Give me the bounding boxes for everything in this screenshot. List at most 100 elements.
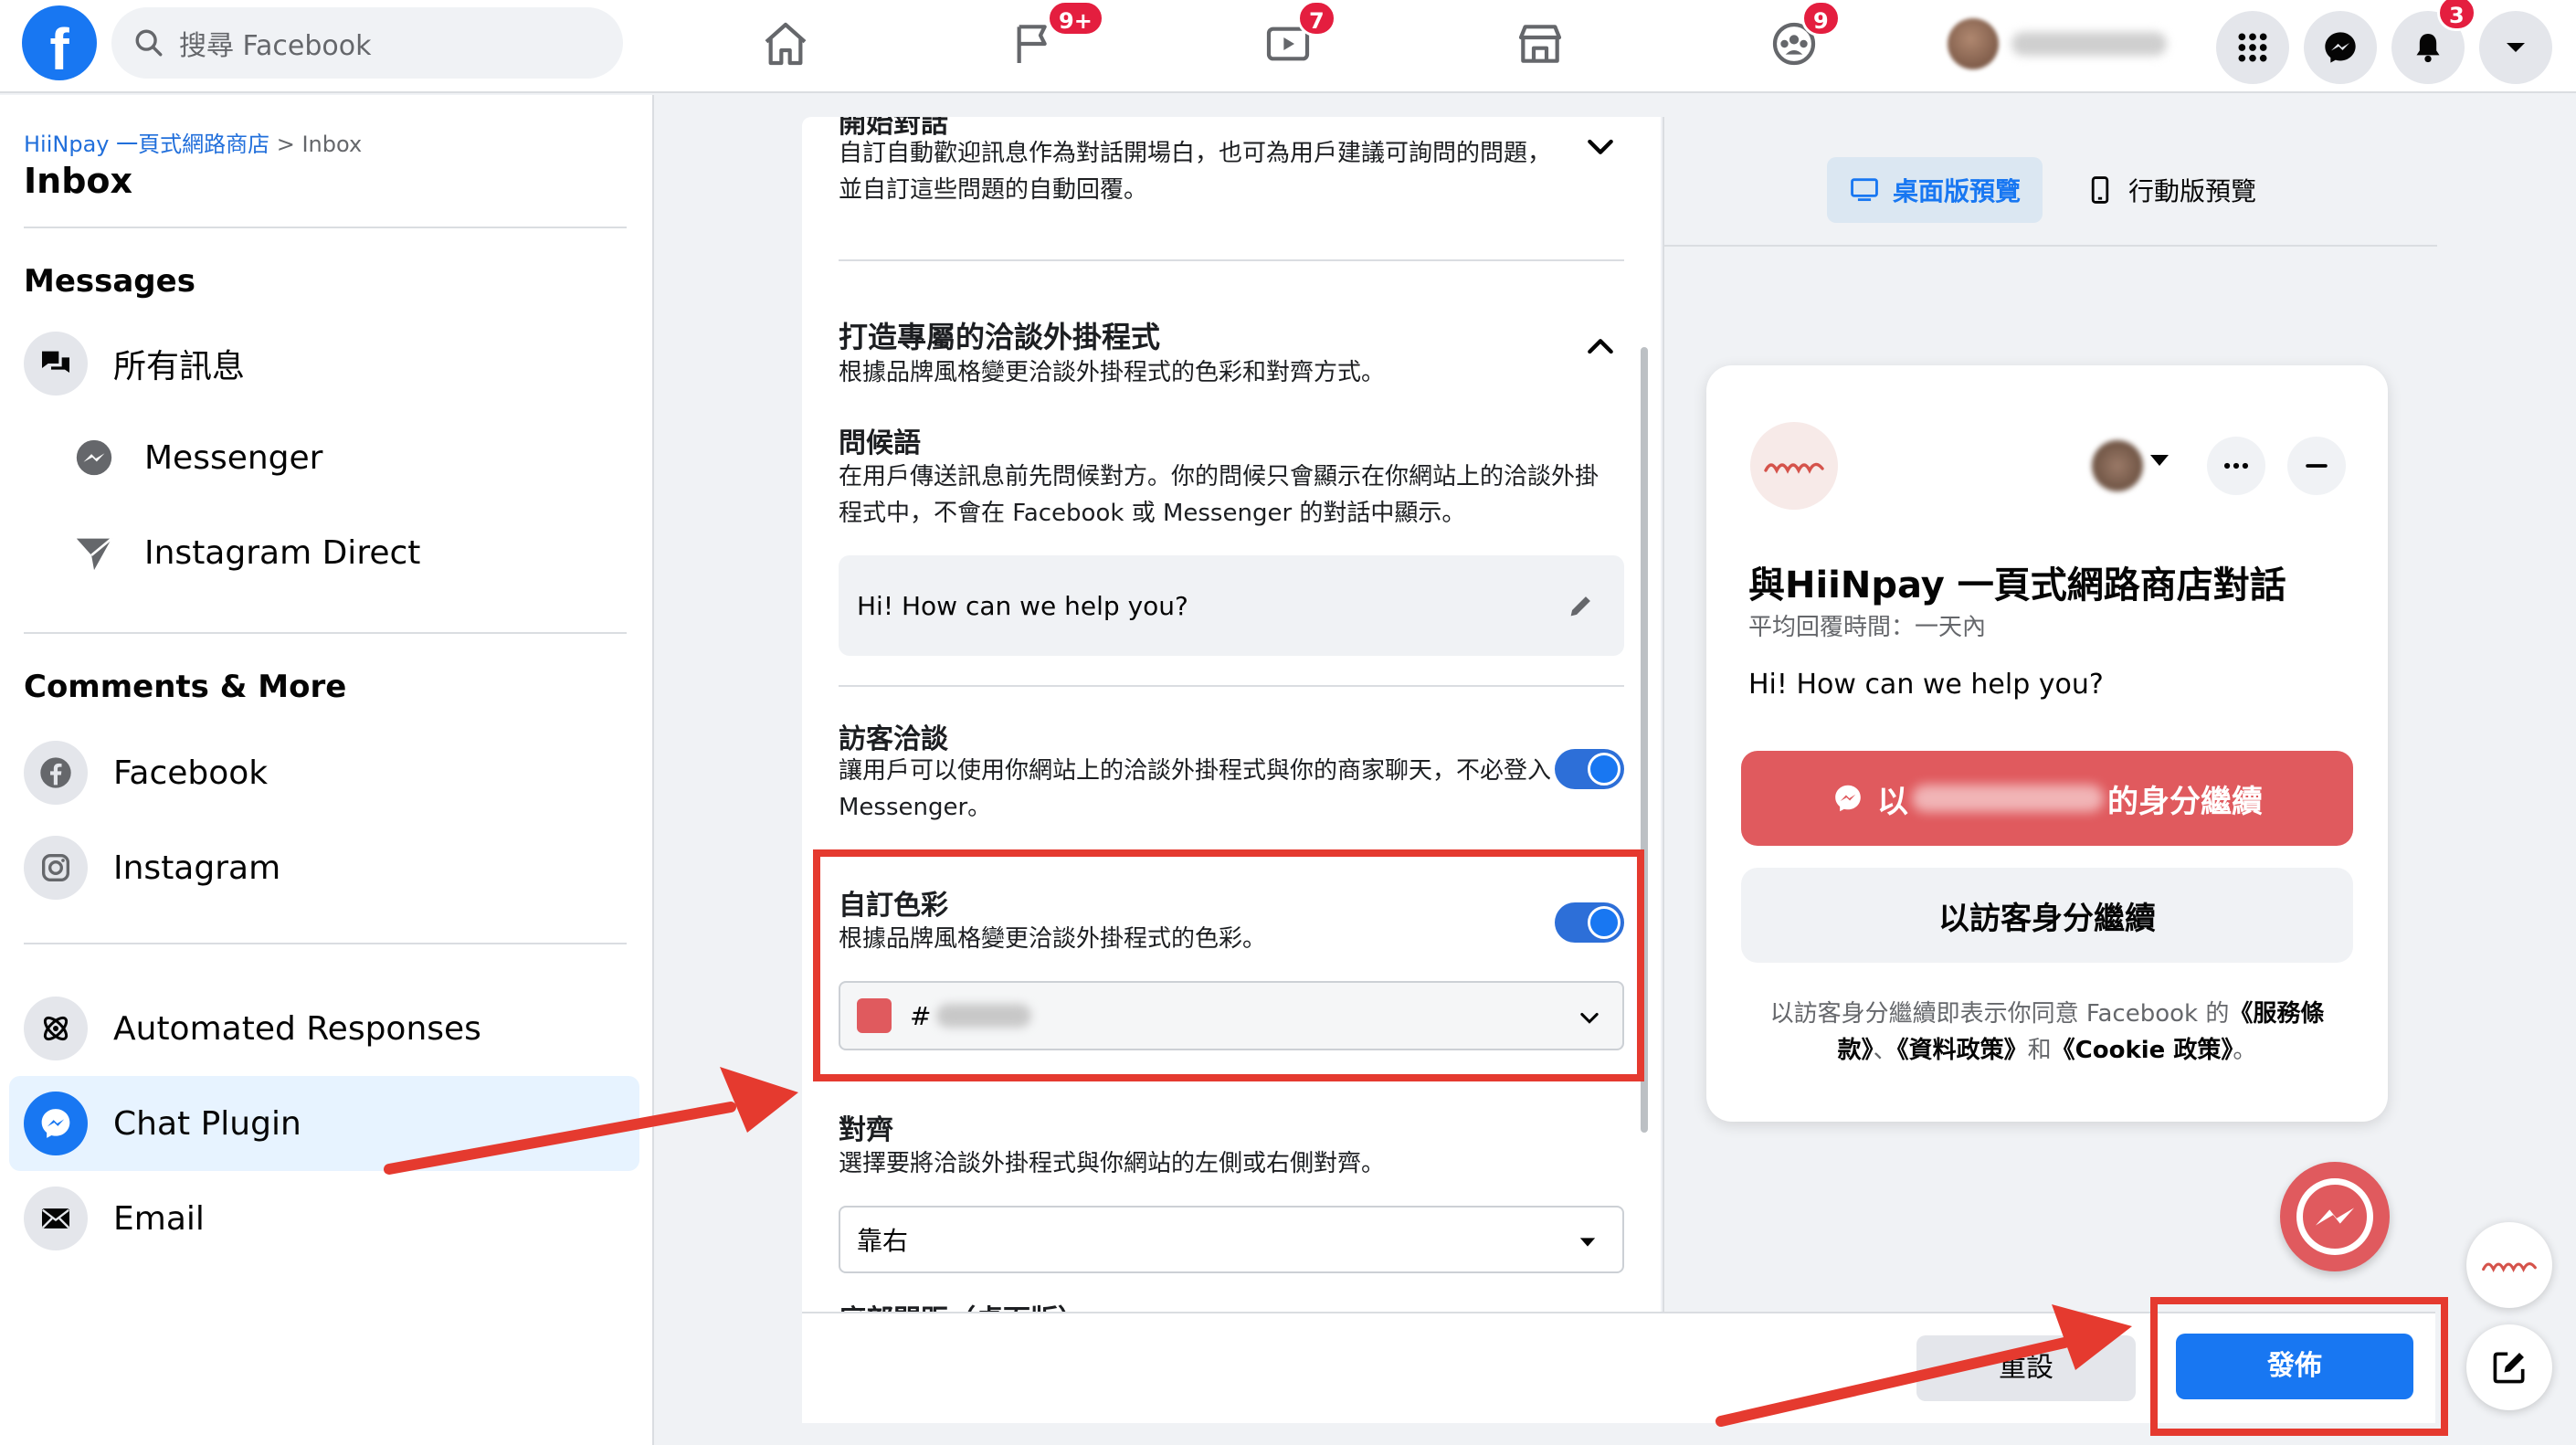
mobile-phone-icon	[2091, 176, 2109, 204]
chat-title: 與HiiNpay 一頁式網路商店對話	[1748, 564, 2286, 606]
reply-time: 平均回覆時間：一天內	[1748, 614, 1987, 641]
sidebar-item-label: Chat Plugin	[113, 1104, 301, 1143]
divider	[24, 943, 627, 944]
search-bar[interactable]: 搜尋 Facebook	[111, 7, 623, 79]
facebook-logo[interactable]: f	[22, 5, 97, 80]
guest-chat-toggle[interactable]	[1555, 749, 1624, 789]
legal-text: 。	[2233, 1037, 2257, 1064]
compose-edit-icon	[2493, 1352, 2525, 1384]
sidebar-item-label: 所有訊息	[113, 348, 246, 385]
continue-prefix: 以	[1877, 783, 1908, 820]
messenger-button[interactable]	[2304, 11, 2377, 84]
legal-notice: 以訪客身分繼續即表示你同意 Facebook 的《服務條款》、《資料政策》和《C…	[1748, 996, 2346, 1069]
sidebar-item-messenger[interactable]: Messenger	[73, 417, 323, 499]
cookie-policy-link[interactable]: 《Cookie 政策》	[2052, 1037, 2233, 1064]
home-icon[interactable]	[756, 15, 815, 73]
profile-avatar	[1948, 18, 1999, 69]
sidebar-item-facebook[interactable]: Facebook	[9, 725, 639, 820]
sidebar-item-chat-plugin[interactable]: Chat Plugin	[9, 1076, 639, 1171]
greeting-input-value: Hi! How can we help you?	[857, 590, 1188, 621]
bell-icon	[2416, 34, 2440, 63]
tab-mobile-preview[interactable]: 行動版預覽	[2063, 157, 2278, 223]
search-icon	[135, 29, 163, 57]
legal-text: 以訪客身分繼續即表示你同意 Facebook 的	[1769, 1000, 2230, 1028]
sidebar-item-label: Instagram Direct	[144, 533, 421, 572]
data-policy-link[interactable]: 《資料政策》	[1897, 1037, 2028, 1064]
messenger-bolt-icon	[2315, 1208, 2355, 1226]
legal-text: 和	[2027, 1037, 2052, 1064]
sidebar-item-automated-responses[interactable]: Automated Responses	[9, 981, 639, 1076]
chat-bubbles-icon	[24, 332, 88, 396]
messenger-icon	[1835, 785, 1861, 812]
watch-badge: 7	[1297, 0, 1336, 37]
continue-suffix: 的身分繼續	[2107, 783, 2263, 820]
grid-icon	[2238, 33, 2267, 62]
pencil-icon[interactable]	[1566, 590, 1597, 621]
start-conversation-desc: 自訂自動歡迎訊息作為對話開場白，也可為用戶建議可詢問的問題，並自訂這些問題的自動…	[839, 140, 1552, 204]
messenger-icon	[76, 439, 112, 476]
divider	[24, 632, 627, 634]
reset-button[interactable]: 重設	[1916, 1335, 2136, 1401]
tab-label: 桌面版預覽	[1893, 176, 2022, 206]
page-logo	[1750, 422, 1838, 510]
sidebar-item-instagram-direct[interactable]: Instagram Direct	[73, 512, 420, 594]
legal-text: 、	[1873, 1037, 1897, 1064]
greeting-input[interactable]: Hi! How can we help you?	[839, 555, 1624, 656]
divider	[839, 685, 1624, 687]
build-plugin-title: 打造專屬的洽談外掛程式	[839, 320, 1161, 354]
chat-plugin-preview-card: 與HiiNpay 一頁式網路商店對話 平均回覆時間：一天內 Hi! How ca…	[1706, 365, 2388, 1122]
guest-chat-title: 訪客洽談	[839, 723, 948, 755]
compose-button[interactable]	[2466, 1324, 2552, 1410]
continue-as-guest-button[interactable]: 以訪客身分繼續	[1741, 868, 2353, 963]
menu-grid-button[interactable]	[2216, 11, 2289, 84]
continue-as-user-button[interactable]: 以 的身分繼續	[1741, 751, 2353, 846]
caret-down-icon[interactable]	[2150, 455, 2169, 466]
notifications-badge: 3	[2437, 0, 2476, 31]
account-menu-button[interactable]	[2479, 11, 2552, 84]
alignment-value: 靠右	[857, 1226, 909, 1256]
chevron-up-icon[interactable]	[1582, 329, 1619, 365]
chevron-down-icon[interactable]	[1582, 128, 1619, 164]
alignment-desc: 選擇要將洽談外掛程式與你網站的左側或右側對齊。	[839, 1150, 1386, 1177]
comments-section-title: Comments & More	[24, 669, 347, 705]
caret-down-icon	[1579, 1238, 1596, 1247]
profile-chip[interactable]	[1940, 11, 2187, 77]
alignment-select[interactable]: 靠右	[839, 1206, 1624, 1273]
chat-plugin-settings-panel[interactable]: 開始對話 自訂自動歡迎訊息作為對話開場白，也可為用戶建議可詢問的問題，並自訂這些…	[802, 117, 1661, 1423]
search-placeholder: 搜尋 Facebook	[179, 30, 372, 62]
page-logo-floating[interactable]	[2466, 1222, 2552, 1308]
marketplace-icon[interactable]	[1511, 15, 1569, 73]
highlight-box-publish	[2150, 1297, 2448, 1436]
sidebar-item-all-messages[interactable]: 所有訊息	[9, 316, 639, 411]
sidebar-item-label: Email	[113, 1199, 205, 1238]
more-dots-icon	[2223, 462, 2249, 469]
pages-badge: 9+	[1047, 0, 1104, 37]
guest-chat-desc: 讓用戶可以使用你網站上的洽談外掛程式與你的商家聊天，不必登入 Messenger…	[839, 757, 1552, 821]
minus-icon	[2306, 464, 2328, 468]
greeting-message: Hi! How can we help you?	[1748, 669, 2104, 701]
greeting-title: 問候語	[839, 427, 921, 459]
breadcrumb-page-link[interactable]: HiiNpay 一頁式網路商店	[24, 132, 269, 157]
breadcrumb-current: > Inbox	[269, 132, 363, 157]
user-name-blurred	[1912, 785, 2104, 812]
messenger-floating-button[interactable]	[2280, 1162, 2390, 1271]
preview-tabs-bar: 桌面版預覽 行動版預覽	[1664, 117, 2437, 247]
inbox-sidebar: HiiNpay 一頁式網路商店 > Inbox Inbox Messages 所…	[0, 95, 654, 1445]
more-options-button[interactable]	[2207, 437, 2265, 495]
facebook-icon	[24, 741, 88, 805]
sidebar-item-email[interactable]: Email	[9, 1171, 639, 1266]
groups-badge: 9	[1801, 0, 1841, 37]
wave-logo-icon	[2482, 1262, 2537, 1273]
tab-desktop-preview[interactable]: 桌面版預覽	[1827, 157, 2043, 223]
highlight-box-custom-color	[813, 849, 1644, 1081]
messenger-bubble-ring	[2296, 1178, 2373, 1255]
sidebar-item-instagram[interactable]: Instagram	[9, 820, 639, 915]
minimize-button[interactable]	[2287, 437, 2346, 495]
sidebar-item-label: Facebook	[113, 754, 269, 792]
chat-plugin-icon	[24, 1092, 88, 1155]
envelope-icon	[24, 1187, 88, 1250]
sidebar-item-label: Messenger	[144, 438, 323, 477]
top-navigation-bar: f 搜尋 Facebook 9+ 7 9 3	[0, 0, 2576, 93]
page-title: Inbox	[24, 161, 133, 201]
tab-label: 行動版預覽	[2128, 176, 2257, 206]
